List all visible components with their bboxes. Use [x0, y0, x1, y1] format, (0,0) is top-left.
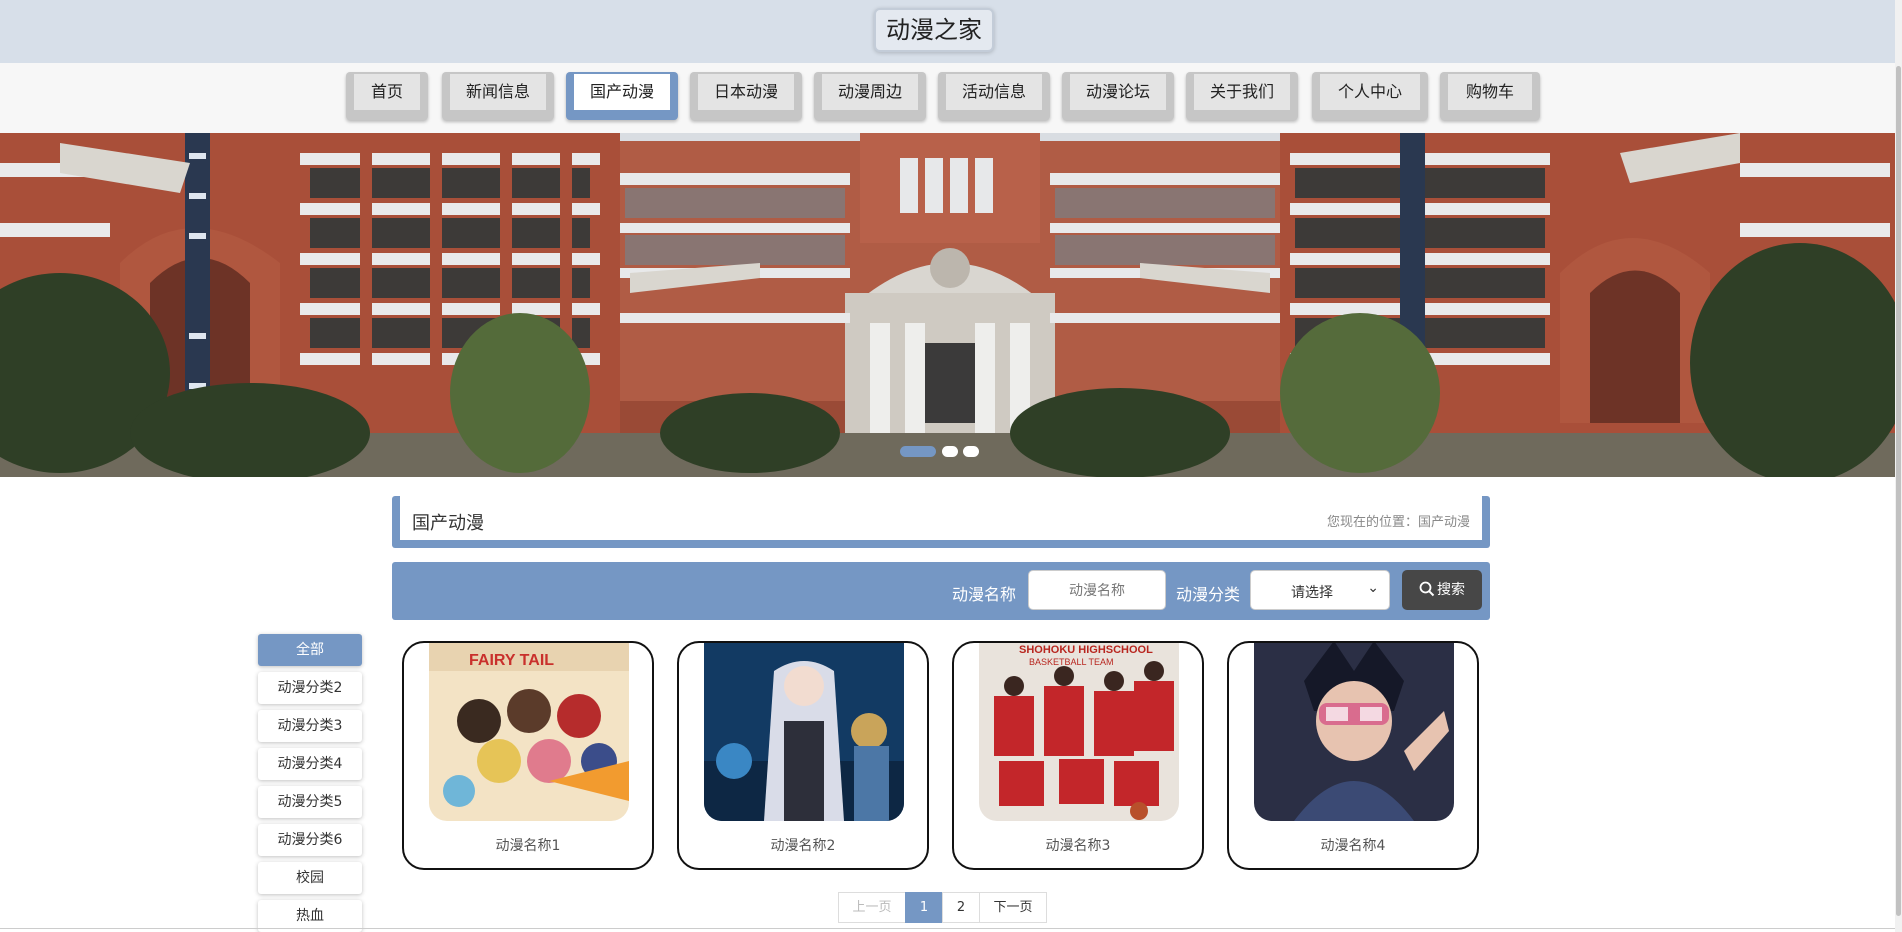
- prev-page-button[interactable]: 上一页: [838, 892, 906, 923]
- product-name: 动漫名称2: [770, 838, 836, 854]
- name-search-input[interactable]: 动漫名称: [1028, 570, 1166, 610]
- nav-domestic-anime[interactable]: 国产动漫: [566, 72, 678, 120]
- nav-label: 新闻信息: [450, 74, 546, 110]
- scrollbar[interactable]: [1895, 0, 1902, 932]
- nav-label: 首页: [354, 74, 420, 110]
- svg-text:SHOHOKU HIGHSCHOOL: SHOHOKU HIGHSCHOOL: [1019, 644, 1153, 656]
- carousel-dot[interactable]: [963, 446, 979, 457]
- nav-forum[interactable]: 动漫论坛: [1062, 72, 1174, 120]
- category-select-value: 请选择: [1291, 585, 1333, 601]
- page-1-button[interactable]: 1: [905, 892, 943, 923]
- svg-text:BASKETBALL TEAM: BASKETBALL TEAM: [1029, 657, 1114, 667]
- nav-label: 动漫论坛: [1070, 74, 1166, 110]
- category-item[interactable]: 动漫分类3: [258, 710, 362, 742]
- category-item[interactable]: 动漫分类5: [258, 786, 362, 818]
- main-nav: 首页 新闻信息 国产动漫 日本动漫 动漫周边 活动信息 动漫论坛 关于我们 个人…: [0, 63, 1895, 133]
- search-bar: 动漫名称 动漫名称 动漫分类 请选择 ⌄ 搜索: [392, 562, 1490, 620]
- nav-events[interactable]: 活动信息: [938, 72, 1050, 120]
- chevron-down-icon: ⌄: [1367, 580, 1379, 596]
- scrollbar-thumb[interactable]: [1896, 66, 1901, 916]
- nav-label: 购物车: [1448, 74, 1532, 110]
- category-item[interactable]: 动漫分类4: [258, 748, 362, 780]
- nav-profile[interactable]: 个人中心: [1312, 72, 1428, 120]
- carousel-dot[interactable]: [942, 446, 958, 457]
- product-name: 动漫名称4: [1320, 838, 1386, 854]
- next-page-button[interactable]: 下一页: [979, 892, 1047, 923]
- product-name: 动漫名称3: [1045, 838, 1111, 854]
- site-title[interactable]: 动漫之家: [874, 8, 994, 52]
- product-card[interactable]: 动漫名称4: [1227, 641, 1479, 870]
- name-label: 动漫名称: [952, 585, 1017, 604]
- nav-label: 动漫周边: [822, 74, 918, 110]
- breadcrumb-location: 您现在的位置：国产动漫: [1326, 515, 1470, 530]
- category-all[interactable]: 全部: [258, 634, 362, 666]
- nav-news[interactable]: 新闻信息: [442, 72, 554, 120]
- product-card[interactable]: SHOHOKU HIGHSCHOOL BASKETBALL TEAM 动漫名称3: [952, 641, 1204, 870]
- nav-label: 个人中心: [1320, 74, 1420, 110]
- nav-label: 关于我们: [1194, 74, 1290, 110]
- section-title: 国产动漫: [412, 513, 484, 534]
- search-icon: [1419, 581, 1435, 597]
- banner-carousel[interactable]: [0, 133, 1895, 477]
- banner-image: [0, 133, 1895, 477]
- product-image: SHOHOKU HIGHSCHOOL BASKETBALL TEAM: [979, 643, 1179, 821]
- category-item-campus[interactable]: 校园: [258, 862, 362, 894]
- search-button[interactable]: 搜索: [1402, 570, 1482, 610]
- category-label: 动漫分类: [1176, 585, 1241, 604]
- page: 动漫之家 首页 新闻信息 国产动漫 日本动漫 动漫周边 活动信息 动漫论坛 关于…: [0, 0, 1895, 932]
- product-image: [704, 643, 904, 821]
- svg-text:FAIRY TAIL: FAIRY TAIL: [469, 652, 554, 669]
- carousel-dot-active[interactable]: [900, 446, 936, 457]
- nav-label: 日本动漫: [698, 74, 794, 110]
- product-name: 动漫名称1: [495, 838, 561, 854]
- page-2-button[interactable]: 2: [942, 892, 980, 923]
- product-card[interactable]: FAIRY TAIL 动漫名称1: [402, 641, 654, 870]
- header: 动漫之家: [0, 0, 1895, 63]
- product-image: FAIRY TAIL: [429, 643, 629, 821]
- product-card[interactable]: 动漫名称2: [677, 641, 929, 870]
- nav-home[interactable]: 首页: [346, 72, 428, 120]
- category-item[interactable]: 动漫分类6: [258, 824, 362, 856]
- category-select[interactable]: 请选择 ⌄: [1250, 570, 1390, 610]
- nav-merchandise[interactable]: 动漫周边: [814, 72, 926, 120]
- nav-label: 国产动漫: [574, 74, 670, 110]
- nav-japanese-anime[interactable]: 日本动漫: [690, 72, 802, 120]
- category-item[interactable]: 动漫分类2: [258, 672, 362, 704]
- divider: [0, 928, 1895, 929]
- breadcrumb-bar: 国产动漫 您现在的位置：国产动漫: [392, 496, 1490, 548]
- nav-label: 活动信息: [946, 74, 1042, 110]
- nav-cart[interactable]: 购物车: [1440, 72, 1540, 120]
- nav-about[interactable]: 关于我们: [1186, 72, 1298, 120]
- product-image: [1254, 643, 1454, 821]
- search-button-label: 搜索: [1437, 582, 1465, 598]
